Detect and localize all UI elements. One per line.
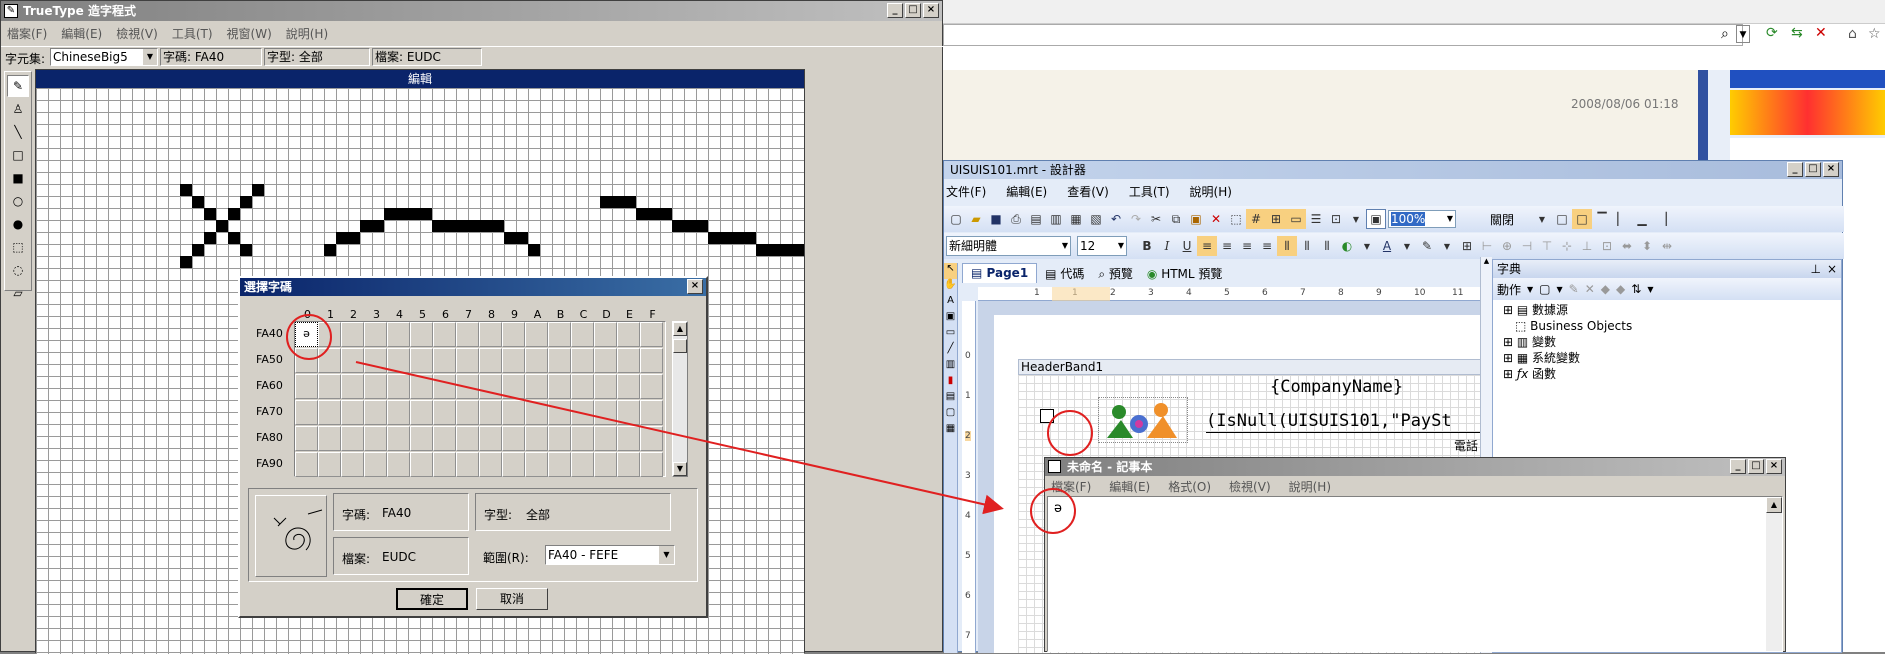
annotation-arrow — [355, 361, 1004, 515]
